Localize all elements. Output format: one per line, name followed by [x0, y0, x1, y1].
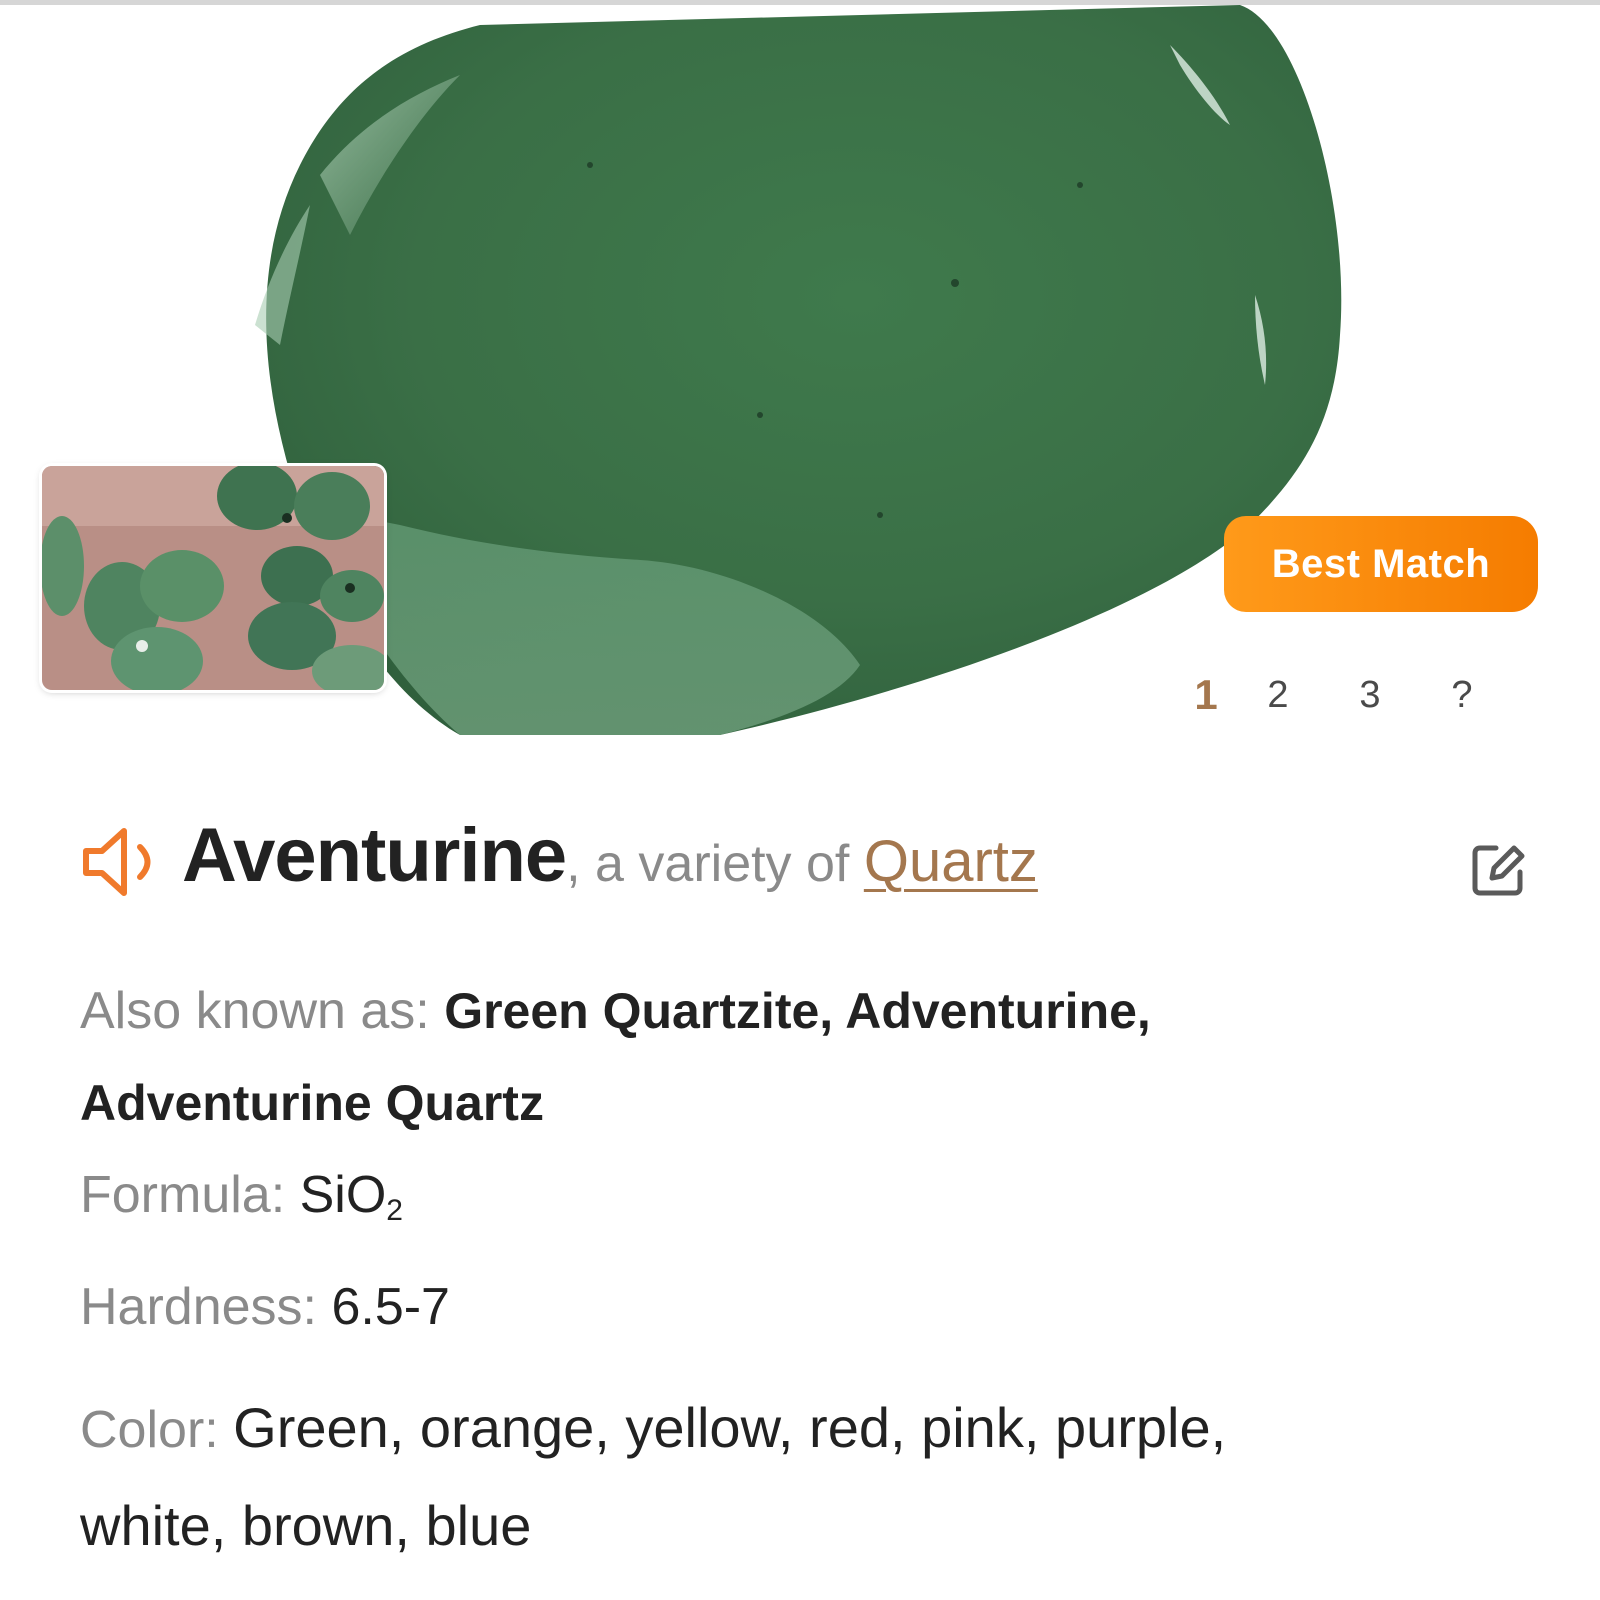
also-known-as: Also known as: Green Quartzite, Adventur…: [80, 965, 1540, 1149]
best-match-badge: Best Match: [1224, 516, 1538, 612]
aka-value-line2: Adventurine Quartz: [80, 1075, 544, 1131]
page-1-tab[interactable]: 1: [1180, 671, 1232, 719]
variety-prefix: , a variety of: [566, 835, 864, 893]
page-3-tab[interactable]: 3: [1324, 674, 1416, 717]
color-value-line2: white, brown, blue: [80, 1494, 532, 1557]
speaker-icon[interactable]: [80, 823, 166, 901]
mineral-title-row: Aventurine , a variety of Quartz: [80, 812, 1540, 912]
formula-row: Formula: SiO2: [80, 1160, 1540, 1246]
mineral-name: Aventurine: [182, 813, 567, 898]
aka-value-line1: Green Quartzite, Adventurine,: [444, 983, 1151, 1039]
result-pager: 1 2 3 ?: [1180, 670, 1520, 720]
parent-mineral-link[interactable]: Quartz: [864, 828, 1038, 895]
mineral-detail-page: Best Match 1 2 3 ? Aventurine , a variet…: [0, 0, 1600, 1600]
color-value-line1: Green, orange, yellow, red, pink, purple…: [233, 1396, 1227, 1459]
page-unknown-tab[interactable]: ?: [1416, 674, 1508, 717]
formula-label: Formula:: [80, 1166, 300, 1224]
formula-value: SiO: [299, 1166, 387, 1224]
aka-label: Also known as:: [80, 982, 445, 1040]
user-photo-thumbnail[interactable]: [42, 466, 384, 690]
hardness-row: Hardness: 6.5-7: [80, 1272, 1540, 1342]
page-2-tab[interactable]: 2: [1232, 674, 1324, 717]
hardness-label: Hardness:: [80, 1278, 332, 1336]
color-label: Color:: [80, 1401, 234, 1459]
hardness-value: 6.5-7: [331, 1278, 450, 1336]
formula-subscript: 2: [386, 1194, 403, 1227]
color-row: Color: Green, orange, yellow, red, pink,…: [80, 1380, 1540, 1574]
edit-icon[interactable]: [1470, 842, 1526, 898]
user-photo-illustration: [42, 466, 384, 690]
